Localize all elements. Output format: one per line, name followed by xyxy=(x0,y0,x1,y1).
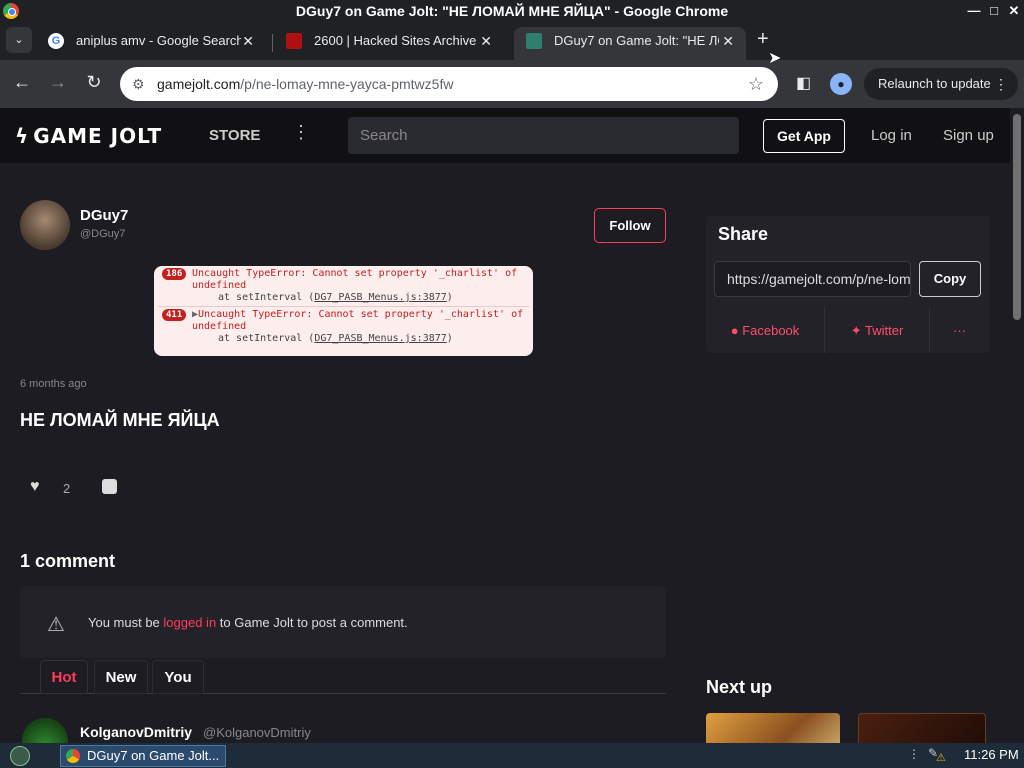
error-entry: 411 ▶Uncaught TypeError: Cannot set prop… xyxy=(158,309,529,345)
share-url-field[interactable]: https://gamejolt.com/p/ne-lomay-mne-yayc… xyxy=(714,261,911,297)
tab-label: 2600 | Hacked Sites Archive xyxy=(314,33,477,48)
console-error-overlay: 186 Uncaught TypeError: Cannot set prope… xyxy=(154,266,533,356)
reload-icon[interactable]: ↻ xyxy=(82,72,106,93)
site-info-icon[interactable]: ⚙ xyxy=(132,67,145,101)
relaunch-button[interactable]: Relaunch to update ⋮ xyxy=(864,68,1018,100)
error-divider xyxy=(158,306,529,307)
close-window-icon[interactable]: ✕ xyxy=(1004,0,1024,22)
google-favicon-icon: G xyxy=(48,33,64,49)
error-entry: 186 Uncaught TypeError: Cannot set prope… xyxy=(158,268,529,304)
like-heart-icon[interactable]: ♥ xyxy=(30,478,40,496)
like-count[interactable]: 2 xyxy=(63,481,70,496)
bolt-icon: ϟ xyxy=(15,124,30,148)
tray-warning-icon[interactable]: ⚠ xyxy=(936,751,946,764)
taskbar-chrome-window[interactable]: DGuy7 on Game Jolt... xyxy=(60,745,226,767)
chrome-logo-icon xyxy=(3,3,19,19)
tray-menu-icon[interactable]: ⋮ xyxy=(908,747,920,761)
next-up-heading: Next up xyxy=(706,677,773,697)
login-link[interactable]: Log in xyxy=(871,127,912,144)
new-tab-icon[interactable]: + xyxy=(757,28,769,51)
start-menu-icon[interactable] xyxy=(10,746,30,766)
bookmark-star-icon[interactable]: ☆ xyxy=(748,67,764,101)
tab-gamejolt[interactable]: DGuy7 on Game Jolt: "НЕ ЛОМАЙ МНЕ ЯЙЦА" … xyxy=(514,27,746,60)
browser-toolbar: ← → ↻ ⚙ gamejolt.com/p/ne-lomay-mne-yayc… xyxy=(0,60,1024,108)
minimize-icon[interactable]: — xyxy=(964,0,984,22)
post-title: НЕ ЛОМАЙ МНЕ ЯЙЦА xyxy=(20,410,220,430)
gamejolt-page: ϟ GAME JOLT STORE ⋮ Search Get App Log in… xyxy=(0,108,1024,743)
url-domain: gamejolt.com xyxy=(157,76,241,92)
warning-icon: ⚠ xyxy=(47,614,65,636)
chrome-menu-icon[interactable]: ⋮ xyxy=(994,68,1008,100)
author-handle[interactable]: @DGuy7 xyxy=(80,228,125,240)
twitter-share-button[interactable]: ✦ Twitter xyxy=(825,308,929,353)
error-count-badge: 186 xyxy=(162,268,187,280)
next-up-thumbnail[interactable] xyxy=(858,713,986,743)
os-taskbar: DGuy7 on Game Jolt... ⋮ ✎ ⚠ 11:26 PM xyxy=(0,743,1024,768)
follow-button[interactable]: Follow xyxy=(594,208,666,243)
commenter-avatar[interactable] xyxy=(22,718,68,743)
mouse-cursor-icon: ➤ xyxy=(768,50,782,67)
close-tab-icon[interactable]: ✕ xyxy=(480,27,492,55)
gamejolt-navbar: ϟ GAME JOLT STORE ⋮ Search Get App Log in… xyxy=(0,108,1010,163)
get-app-button[interactable]: Get App xyxy=(763,119,845,153)
twitter-icon: ✦ xyxy=(850,323,865,338)
signup-link[interactable]: Sign up xyxy=(943,127,994,144)
search-input[interactable]: Search xyxy=(348,117,739,154)
back-icon[interactable]: ← xyxy=(10,72,34,93)
error-message: Uncaught TypeError: Cannot set property … xyxy=(192,268,518,291)
address-bar[interactable]: ⚙ gamejolt.com/p/ne-lomay-mne-yayca-pmtw… xyxy=(120,67,778,101)
tab-new[interactable]: New xyxy=(94,660,148,694)
forward-icon[interactable]: → xyxy=(46,72,70,93)
gamejolt-favicon-icon xyxy=(526,33,542,49)
commenter-name[interactable]: KolganovDmitriy xyxy=(80,724,192,740)
tab-hacked-sites[interactable]: 2600 | Hacked Sites Archive ✕ xyxy=(274,27,504,60)
window-title: DGuy7 on Game Jolt: "НЕ ЛОМАЙ МНЕ ЯЙЦА" … xyxy=(295,3,729,19)
facebook-share-button[interactable]: ● Facebook xyxy=(706,308,824,353)
copy-button[interactable]: Copy xyxy=(919,261,981,297)
scrollbar-thumb[interactable] xyxy=(1013,114,1021,320)
commenter-handle[interactable]: @KolganovDmitriy xyxy=(203,725,311,740)
tab-google-search[interactable]: G aniplus amv - Google Search ✕ xyxy=(36,27,266,60)
side-panel-icon[interactable]: ◧ xyxy=(796,73,811,93)
archive-favicon-icon xyxy=(286,33,302,49)
error-source-link[interactable]: DG7_PASB_Menus.js:3877 xyxy=(314,292,446,303)
next-up-thumbnail[interactable] xyxy=(706,713,840,743)
logo-text: GAME JOLT xyxy=(33,124,163,148)
post-timestamp[interactable]: 6 months ago xyxy=(20,378,87,390)
error-stack: at setInterval (DG7_PASB_Menus.js:3877) xyxy=(218,292,453,303)
author-name[interactable]: DGuy7 xyxy=(80,207,128,224)
tab-label: aniplus amv - Google Search xyxy=(76,33,241,48)
relaunch-label: Relaunch to update xyxy=(878,76,991,91)
taskbar-window-label: DGuy7 on Game Jolt... xyxy=(87,748,220,763)
taskbar-clock[interactable]: 11:26 PM xyxy=(964,747,1019,762)
facebook-icon: ● xyxy=(730,323,743,338)
share-more-button[interactable]: ··· xyxy=(930,308,989,353)
profile-icon[interactable]: ● xyxy=(830,73,852,95)
maximize-icon[interactable]: □ xyxy=(984,0,1004,22)
close-tab-icon[interactable]: ✕ xyxy=(242,27,254,55)
error-message: Uncaught TypeError: Cannot set property … xyxy=(192,309,524,332)
close-tab-icon[interactable]: ✕ xyxy=(722,27,734,55)
more-menu-icon[interactable]: ⋮ xyxy=(292,122,310,143)
url-path: /p/ne-lomay-mne-yayca-pmtwz5fw xyxy=(240,76,454,92)
comment-login-message: You must be logged in to Game Jolt to po… xyxy=(88,615,408,630)
tab-hot[interactable]: Hot xyxy=(40,660,88,694)
store-link[interactable]: STORE xyxy=(209,127,260,144)
gamejolt-logo[interactable]: ϟ GAME JOLT xyxy=(15,124,162,148)
error-stack: at setInterval (DG7_PASB_Menus.js:3877) xyxy=(218,333,453,344)
tab-you[interactable]: You xyxy=(152,660,204,694)
share-title: Share xyxy=(718,224,769,244)
error-count-badge: 411 xyxy=(162,309,187,321)
tab-strip: ⌄ G aniplus amv - Google Search ✕ 2600 |… xyxy=(0,22,1024,60)
comment-icon[interactable] xyxy=(102,479,117,494)
tab-label: DGuy7 on Game Jolt: "НЕ ЛОМАЙ МНЕ ЯЙЦА" xyxy=(554,33,719,48)
tab-search-dropdown-icon[interactable]: ⌄ xyxy=(6,27,32,53)
tab-divider xyxy=(272,34,273,52)
comment-count-heading: 1 comment xyxy=(20,551,116,571)
chrome-taskbar-icon xyxy=(66,749,80,763)
error-source-link[interactable]: DG7_PASB_Menus.js:3877 xyxy=(314,333,446,344)
window-titlebar: DGuy7 on Game Jolt: "НЕ ЛОМАЙ МНЕ ЯЙЦА" … xyxy=(0,0,1024,22)
logged-in-link[interactable]: logged in xyxy=(163,615,216,630)
author-avatar[interactable] xyxy=(20,200,70,250)
